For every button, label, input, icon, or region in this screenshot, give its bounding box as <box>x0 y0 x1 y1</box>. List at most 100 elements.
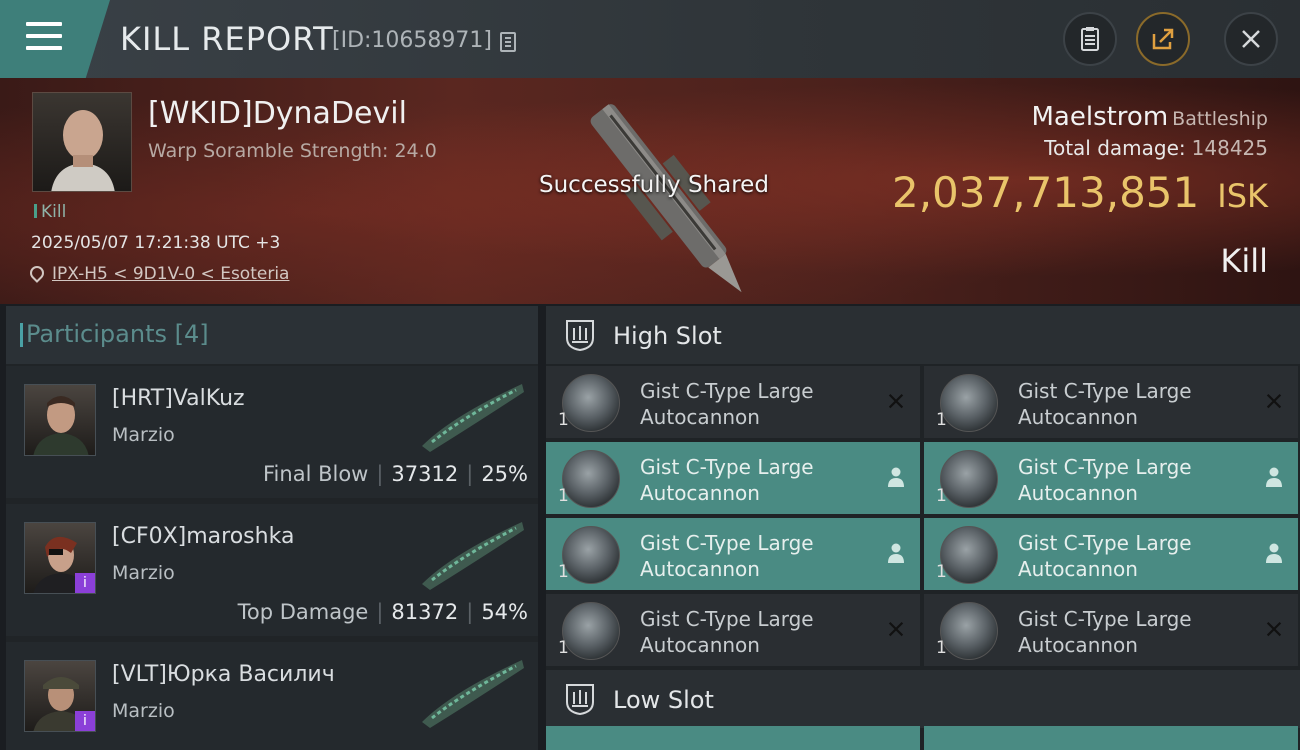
victim-portrait[interactable] <box>32 92 132 192</box>
module-name-line1: Gist C-Type Large <box>1018 607 1192 631</box>
clipboard-icon <box>1081 27 1099 51</box>
isk-value: 2,037,713,851 ISK <box>892 168 1268 217</box>
module-name-line2: Autocannon <box>640 557 760 581</box>
module-name-line1: Gist C-Type Large <box>1018 531 1192 555</box>
badge-icon: i <box>75 573 95 593</box>
ship-name-text: Maelstrom <box>1031 102 1169 132</box>
menu-tab[interactable] <box>0 0 110 78</box>
header-bar: KILL REPORT [ID:10658971] <box>0 0 1300 78</box>
module-name-line2: Autocannon <box>640 405 760 429</box>
module-tile[interactable]: 1 Gist C-Type Large Autocannon <box>546 518 920 590</box>
autocannon-icon <box>562 526 620 584</box>
autocannon-icon <box>940 526 998 584</box>
user-icon <box>888 543 904 563</box>
slot-shield-icon <box>566 320 594 352</box>
stat-label: Final Blow <box>263 462 369 486</box>
module-name: Gist C-Type Large Autocannon <box>640 454 814 506</box>
damage-value: 37312 <box>391 462 459 486</box>
module-name: Gist C-Type Large Autocannon <box>1018 378 1192 430</box>
kill-banner: [WKID]DynaDevil Warp Soramble Strength: … <box>0 78 1300 304</box>
x-icon <box>1266 621 1282 637</box>
x-icon <box>888 393 904 409</box>
module-tile[interactable]: 1 Gist C-Type Large Autocannon <box>924 594 1298 666</box>
autocannon-icon <box>562 374 620 432</box>
kill-datetime: 2025/05/07 17:21:38 UTC +3 <box>31 233 281 253</box>
module-name-line1: Gist C-Type Large <box>640 531 814 555</box>
damage-percent: 25% <box>481 462 528 486</box>
module-quantity: 1 <box>558 638 569 658</box>
location-text[interactable]: IPX-H5 < 9D1V-0 < Esoteria <box>52 264 289 284</box>
autocannon-icon <box>562 602 620 660</box>
total-damage: Total damage: 148425 <box>1044 136 1268 160</box>
damage-percent: 54% <box>481 600 528 624</box>
ship-icon <box>422 660 524 728</box>
module-name: Gist C-Type Large Autocannon <box>1018 454 1192 506</box>
stat-label: Top Damage <box>237 600 369 624</box>
avatar[interactable] <box>24 384 96 456</box>
participant-name[interactable]: [HRT]ValKuz <box>112 386 245 411</box>
ship-icon <box>422 522 524 590</box>
module-name-line1: Gist C-Type Large <box>1018 379 1192 403</box>
user-icon <box>888 467 904 487</box>
low-slot-header: Low Slot <box>546 670 1300 728</box>
module-name-line2: Autocannon <box>640 633 760 657</box>
module-quantity: 1 <box>936 562 947 582</box>
avatar[interactable]: i <box>24 522 96 594</box>
module-tile[interactable]: 1 Gist C-Type Large Autocannon <box>546 594 920 666</box>
user-icon <box>1266 467 1282 487</box>
participant-card[interactable]: [HRT]ValKuz Marzio Final Blow | 37312 | 25% <box>6 366 538 498</box>
fitting-panel: High Slot 1 Gist C-Type Large Autocannon 1 G… <box>546 306 1300 750</box>
module-tile[interactable]: 1 Gist C-Type Large Autocannon <box>546 366 920 438</box>
module-tile[interactable]: 1 Gist C-Type Large Autocannon <box>924 442 1298 514</box>
share-icon <box>1152 28 1174 50</box>
clipboard-button[interactable] <box>1063 12 1117 66</box>
total-damage-value: 148425 <box>1191 136 1268 160</box>
module-tile[interactable]: 1 Gist C-Type Large Autocannon <box>924 366 1298 438</box>
module-name: Gist C-Type Large Autocannon <box>1018 530 1192 582</box>
report-id: [ID:10658971] <box>332 28 492 53</box>
high-slot-title: High Slot <box>613 322 722 350</box>
menu-icon[interactable] <box>26 22 62 50</box>
copy-icon[interactable] <box>500 32 516 52</box>
low-slot-title: Low Slot <box>613 686 714 714</box>
victim-name[interactable]: [WKID]DynaDevil <box>148 96 407 131</box>
module-tile[interactable]: 1 Gist C-Type Large Autocannon <box>546 442 920 514</box>
participant-stats: Top Damage | 81372 | 54% <box>237 600 528 624</box>
module-name-line2: Autocannon <box>1018 405 1138 429</box>
close-button[interactable] <box>1224 12 1278 66</box>
location-pin-icon <box>27 263 47 283</box>
module-name: Gist C-Type Large Autocannon <box>1018 606 1192 658</box>
module-name-line1: Gist C-Type Large <box>640 607 814 631</box>
participant-ship: Marzio <box>112 700 175 722</box>
high-slot-header: High Slot <box>546 306 1300 364</box>
module-name-line2: Autocannon <box>1018 557 1138 581</box>
low-slot-module[interactable] <box>546 726 920 750</box>
slot-shield-icon <box>566 684 594 716</box>
module-tile[interactable]: 1 Gist C-Type Large Autocannon <box>924 518 1298 590</box>
isk-amount: 2,037,713,851 <box>891 168 1200 217</box>
isk-unit: ISK <box>1217 177 1268 215</box>
total-damage-label: Total damage: <box>1044 136 1186 160</box>
participant-ship: Marzio <box>112 562 175 584</box>
module-name: Gist C-Type Large Autocannon <box>640 606 814 658</box>
avatar[interactable]: i <box>24 660 96 732</box>
module-quantity: 1 <box>936 410 947 430</box>
module-name-line2: Autocannon <box>1018 633 1138 657</box>
kill-location-link[interactable]: IPX-H5 < 9D1V-0 < Esoteria <box>27 263 289 284</box>
x-icon <box>888 621 904 637</box>
autocannon-icon <box>562 450 620 508</box>
participant-name[interactable]: [CF0X]maroshka <box>112 524 294 549</box>
result-label: Kill <box>1220 242 1268 280</box>
damage-value: 81372 <box>391 600 459 624</box>
autocannon-icon <box>940 450 998 508</box>
victim-detail: Warp Soramble Strength: 24.0 <box>148 140 437 162</box>
participant-name[interactable]: [VLT]Юрка Василич <box>112 662 335 687</box>
low-slot-module[interactable] <box>924 726 1298 750</box>
victim-ship[interactable]: Maelstrom Battleship <box>1031 102 1268 132</box>
participants-panel: Participants [4] [HRT]ValKuz Marzio Fina… <box>6 306 538 750</box>
share-button[interactable] <box>1136 12 1190 66</box>
module-quantity: 1 <box>936 486 947 506</box>
module-name-line1: Gist C-Type Large <box>640 379 814 403</box>
participant-card[interactable]: i [VLT]Юрка Василич Marzio <box>6 642 538 750</box>
participant-card[interactable]: i [CF0X]maroshka Marzio Top Damage | 81372… <box>6 504 538 636</box>
